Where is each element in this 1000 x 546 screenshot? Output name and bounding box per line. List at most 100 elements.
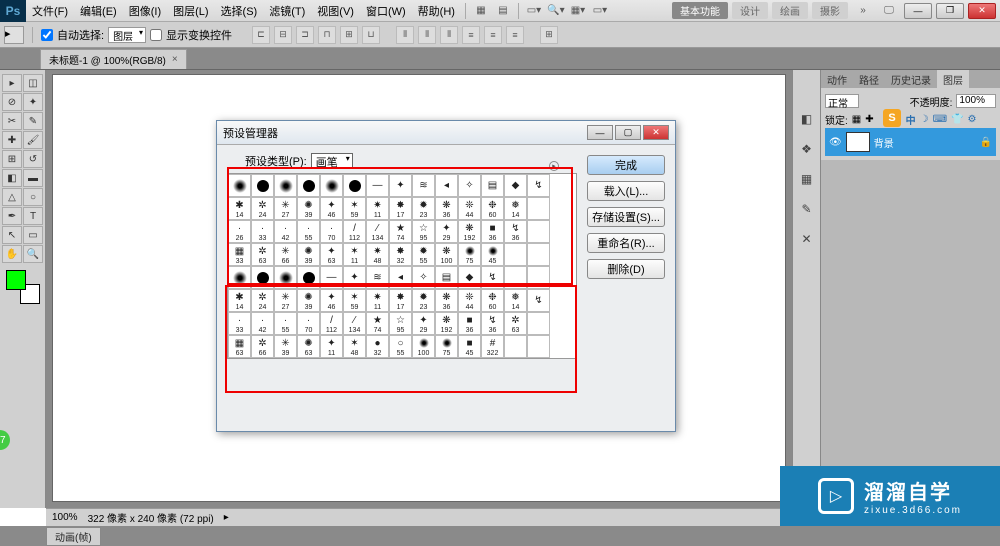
adjustments-panel-icon[interactable]: ✎ [797, 200, 817, 218]
workspace-photography[interactable]: 摄影 [812, 2, 848, 19]
brush-tool[interactable]: 🖌 [23, 131, 43, 149]
brush-preset[interactable] [228, 266, 251, 289]
heal-tool[interactable]: ✚ [2, 131, 22, 149]
brush-preset[interactable]: ↯ [481, 266, 504, 289]
brush-preset[interactable]: ·70 [320, 220, 343, 243]
brush-preset[interactable]: ●32 [366, 335, 389, 358]
brush-preset[interactable]: ✷11 [366, 197, 389, 220]
dialog-close-button[interactable]: ✕ [643, 125, 669, 140]
zoom-level-icon[interactable]: 🔍▾ [547, 3, 565, 19]
blend-mode-dropdown[interactable]: 正常 [825, 94, 859, 108]
auto-align-icon[interactable]: ⊞ [540, 26, 558, 44]
brush-preset[interactable]: ★74 [389, 220, 412, 243]
brush-preset[interactable]: ↯ [527, 174, 550, 197]
brush-preset[interactable]: ☆95 [412, 220, 435, 243]
brush-preset[interactable]: ▦33 [228, 243, 251, 266]
history-brush-tool[interactable]: ↺ [23, 150, 43, 168]
tab-actions[interactable]: 动作 [821, 70, 853, 88]
brush-preset[interactable]: ✲24 [251, 197, 274, 220]
brush-preset[interactable] [527, 335, 550, 358]
auto-select-dropdown[interactable]: 图层 [108, 27, 146, 43]
save-set-button[interactable]: 存储设置(S)... [587, 207, 665, 227]
hand-tool[interactable]: ✋ [2, 245, 22, 263]
brush-preset[interactable]: ✸32 [389, 243, 412, 266]
brush-preset[interactable]: ▦63 [228, 335, 251, 358]
brush-preset[interactable]: ✸17 [389, 289, 412, 312]
marquee-tool[interactable]: ◫ [23, 74, 43, 92]
brush-preset[interactable]: /112 [320, 312, 343, 335]
brush-preset[interactable] [297, 174, 320, 197]
brush-preset[interactable]: ■36 [458, 312, 481, 335]
brush-preset[interactable] [343, 174, 366, 197]
flyout-menu-icon[interactable]: ▸ [549, 161, 559, 171]
dialog-maximize-button[interactable]: ▢ [615, 125, 641, 140]
color-panel-icon[interactable]: ◧ [797, 110, 817, 128]
rename-button[interactable]: 重命名(R)... [587, 233, 665, 253]
color-swatches[interactable] [6, 270, 40, 304]
brush-preset[interactable]: ◂ [435, 174, 458, 197]
brush-preset[interactable] [320, 174, 343, 197]
distribute-h-icon[interactable]: ⦀ [418, 26, 436, 44]
brush-preset[interactable]: ❋100 [435, 243, 458, 266]
brush-preset[interactable]: ✺39 [297, 289, 320, 312]
brush-preset[interactable] [527, 243, 550, 266]
brush-preset[interactable] [504, 243, 527, 266]
brush-preset[interactable]: ✶59 [343, 197, 366, 220]
lock-pixels-icon[interactable]: ▦ [852, 114, 861, 125]
align-top-icon[interactable]: ⊓ [318, 26, 336, 44]
brush-preset[interactable]: ✺39 [297, 243, 320, 266]
brush-preset[interactable]: ↯ [527, 289, 550, 312]
preset-type-dropdown[interactable]: 画笔 [311, 153, 353, 169]
menu-编辑(E)[interactable]: 编辑(E) [74, 6, 123, 18]
brush-preset[interactable]: ★74 [366, 312, 389, 335]
tab-layers[interactable]: 图层 [937, 70, 969, 88]
brush-preset[interactable] [527, 197, 550, 220]
align-bottom-icon[interactable]: ⊔ [362, 26, 380, 44]
brush-preset[interactable]: ■45 [458, 335, 481, 358]
brush-preset[interactable]: ✷11 [366, 289, 389, 312]
menu-选择(S)[interactable]: 选择(S) [215, 6, 264, 18]
brush-preset[interactable]: ❋192 [458, 220, 481, 243]
brush-preset[interactable]: ✧ [458, 174, 481, 197]
type-tool[interactable]: T [23, 207, 43, 225]
move-tool[interactable]: ▸ [2, 74, 22, 92]
blur-tool[interactable]: △ [2, 188, 22, 206]
eraser-tool[interactable]: ◧ [2, 169, 22, 187]
show-transform-checkbox[interactable] [150, 29, 162, 41]
menu-视图(V)[interactable]: 视图(V) [311, 6, 360, 18]
brush-preset[interactable]: ✲63 [251, 243, 274, 266]
menu-窗口(W)[interactable]: 窗口(W) [360, 6, 412, 18]
arrange-docs-icon[interactable]: ▦▾ [569, 3, 587, 19]
dialog-minimize-button[interactable]: — [587, 125, 613, 140]
brush-preset[interactable] [274, 174, 297, 197]
close-button[interactable]: ✕ [968, 3, 996, 19]
path-tool[interactable]: ↖ [2, 226, 22, 244]
brush-preset[interactable]: ·70 [297, 312, 320, 335]
brush-preset[interactable]: ✦11 [320, 335, 343, 358]
menu-文件(F)[interactable]: 文件(F) [26, 6, 74, 18]
gradient-tool[interactable]: ▬ [23, 169, 43, 187]
current-tool-icon[interactable]: ▸ [4, 26, 24, 44]
brush-preset[interactable]: ☆95 [389, 312, 412, 335]
brush-preset[interactable]: ✦ [343, 266, 366, 289]
brush-preset[interactable] [527, 312, 550, 335]
doc-info[interactable]: 322 像素 x 240 像素 (72 ppi) [88, 510, 214, 525]
brush-preset[interactable]: ✷48 [366, 243, 389, 266]
brush-preset[interactable]: ▤ [481, 174, 504, 197]
align-center-v-icon[interactable]: ⊞ [340, 26, 358, 44]
brush-preset[interactable]: /112 [343, 220, 366, 243]
brush-preset[interactable]: ❅14 [504, 197, 527, 220]
brush-preset[interactable]: ✦46 [320, 197, 343, 220]
brush-preset[interactable]: ✲66 [251, 335, 274, 358]
zoom-tool[interactable]: 🔍 [23, 245, 43, 263]
brush-preset[interactable]: ✶48 [343, 335, 366, 358]
launch-bridge-icon[interactable]: ▦ [472, 3, 490, 19]
minimize-button[interactable]: — [904, 3, 932, 19]
tab-history[interactable]: 历史记录 [885, 70, 937, 88]
brush-preset[interactable]: ✸17 [389, 197, 412, 220]
brush-preset[interactable] [274, 266, 297, 289]
brush-preset[interactable]: 100 [412, 335, 435, 358]
brush-preset[interactable]: ○55 [389, 335, 412, 358]
brush-preset[interactable]: ✳27 [274, 197, 297, 220]
distribute-v-icon[interactable]: ≡ [484, 26, 502, 44]
